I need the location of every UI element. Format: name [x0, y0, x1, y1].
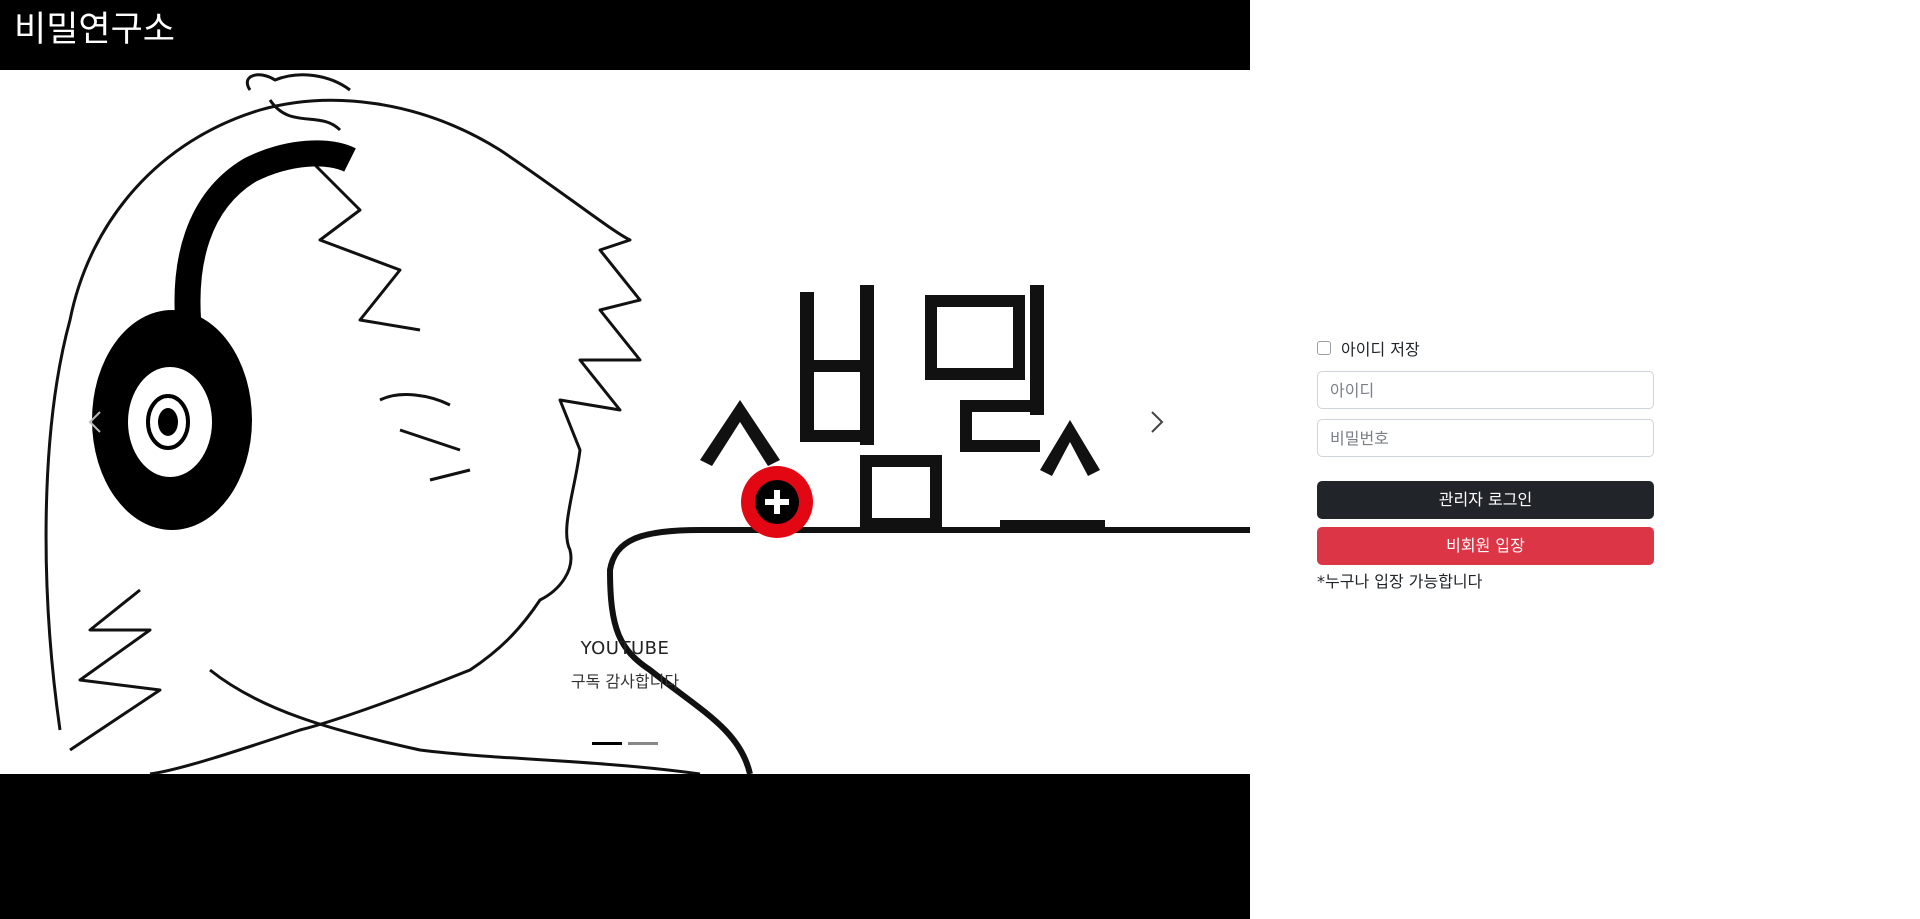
guest-enter-button[interactable]: 비회원 입장	[1317, 527, 1654, 565]
carousel-next-button[interactable]	[1140, 400, 1172, 444]
bottom-band	[0, 774, 1250, 919]
carousel-prev-button[interactable]	[80, 400, 112, 444]
login-form: 아이디 저장 관리자 로그인 비회원 입장 *누구나 입장 가능합니다	[1317, 337, 1654, 591]
carousel-indicator-1[interactable]	[592, 742, 622, 745]
admin-login-button[interactable]: 관리자 로그인	[1317, 481, 1654, 519]
left-panel: 비밀연구소 YOUTUBE 구독 감사합니다	[0, 0, 1250, 919]
guest-note: *누구나 입장 가능합니다	[1317, 572, 1483, 591]
id-input[interactable]	[1317, 371, 1654, 409]
carousel-caption-subtitle: 구독 감사합니다	[570, 672, 680, 691]
remember-id-row: 아이디 저장	[1317, 337, 1654, 359]
remember-id-checkbox[interactable]	[1317, 341, 1331, 355]
carousel-indicators	[0, 742, 1250, 745]
remember-id-label[interactable]: 아이디 저장	[1341, 336, 1420, 360]
brand-title[interactable]: 비밀연구소	[14, 8, 175, 53]
top-navbar: 비밀연구소	[0, 0, 1250, 70]
image-carousel: YOUTUBE 구독 감사합니다	[0, 70, 1250, 774]
carousel-indicator-2[interactable]	[628, 742, 658, 745]
chevron-left-icon	[88, 411, 101, 433]
carousel-caption-title: YOUTUBE	[580, 638, 670, 659]
password-input[interactable]	[1317, 419, 1654, 457]
chevron-right-icon	[1151, 411, 1164, 433]
